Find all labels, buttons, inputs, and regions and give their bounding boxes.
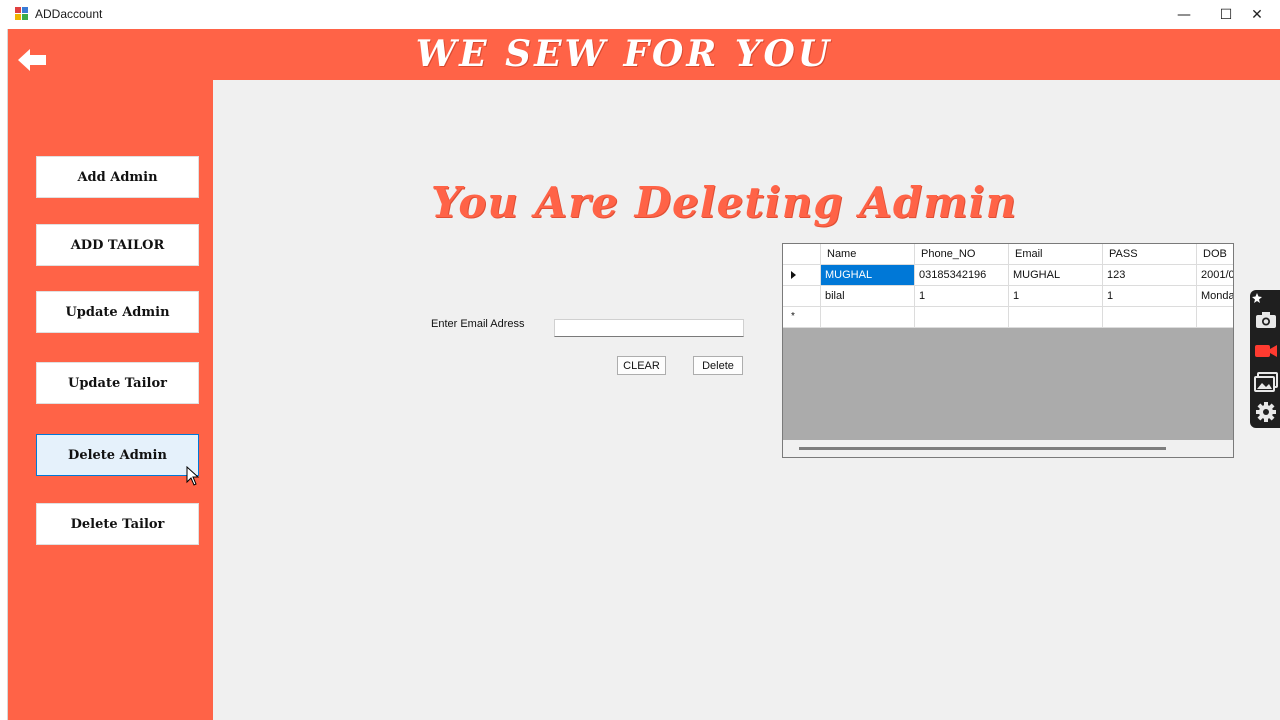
app-icon xyxy=(15,7,29,21)
grid-cell[interactable]: 123 xyxy=(1103,265,1197,286)
grid-cell[interactable] xyxy=(1197,307,1233,328)
grid-cell[interactable]: MUGHAL xyxy=(821,265,915,286)
grid-cell[interactable]: 1 xyxy=(1009,286,1103,307)
maximize-icon: ☐ xyxy=(1219,6,1233,23)
grid-horizontal-scrollbar[interactable] xyxy=(783,440,1233,457)
window-titlebar: ADDaccount — ☐ ✕ xyxy=(0,0,1280,29)
grid-header-row: Name Phone_NO Email PASS DOB xyxy=(783,244,1233,265)
row-header[interactable]: * xyxy=(783,307,821,328)
delete-admin-button[interactable]: Delete Admin xyxy=(36,434,199,476)
video-record-icon[interactable] xyxy=(1254,341,1278,361)
email-label: Enter Email Adress xyxy=(431,318,525,330)
update-admin-button[interactable]: Update Admin xyxy=(36,291,199,333)
new-row[interactable]: * xyxy=(783,307,1233,328)
grid-cell[interactable] xyxy=(1103,307,1197,328)
close-button[interactable]: ✕ xyxy=(1234,0,1280,29)
column-header-email[interactable]: Email xyxy=(1009,244,1103,265)
admin-data-grid[interactable]: Name Phone_NO Email PASS DOB MUGHAL 0318… xyxy=(782,243,1234,458)
row-header[interactable] xyxy=(783,265,821,286)
grid-corner-header[interactable] xyxy=(783,244,821,265)
grid-cell[interactable] xyxy=(821,307,915,328)
minimize-icon: — xyxy=(1177,6,1191,23)
new-row-icon: * xyxy=(791,311,795,322)
grid-cell[interactable]: bilal xyxy=(821,286,915,307)
email-input[interactable] xyxy=(554,319,744,337)
grid-cell[interactable] xyxy=(915,307,1009,328)
grid-cell[interactable] xyxy=(1009,307,1103,328)
clear-button[interactable]: CLEAR xyxy=(617,356,666,375)
table-row[interactable]: MUGHAL 03185342196 MUGHAL 123 2001/0 xyxy=(783,265,1233,286)
grid-cell[interactable]: 03185342196 xyxy=(915,265,1009,286)
page-title: You Are Deleting Admin xyxy=(431,178,1018,227)
camera-icon[interactable] xyxy=(1254,310,1278,330)
main-content: You Are Deleting Admin Enter Email Adres… xyxy=(213,80,1280,720)
window-title: ADDaccount xyxy=(35,7,103,21)
delete-button[interactable]: Delete xyxy=(693,356,743,375)
current-row-icon xyxy=(791,271,796,279)
grid-cell[interactable]: MUGHAL xyxy=(1009,265,1103,286)
grid-cell[interactable]: 2001/0 xyxy=(1197,265,1233,286)
pin-icon[interactable] xyxy=(1251,292,1263,304)
grid-cell[interactable]: 1 xyxy=(915,286,1009,307)
close-icon: ✕ xyxy=(1251,6,1263,23)
column-header-dob[interactable]: DOB xyxy=(1197,244,1233,265)
gallery-icon[interactable] xyxy=(1254,372,1278,392)
sidebar: Add Admin ADD TAILOR Update Admin Update… xyxy=(8,80,213,720)
add-tailor-button[interactable]: ADD TAILOR xyxy=(36,224,199,266)
recorder-toolbar xyxy=(1250,290,1280,428)
settings-icon[interactable] xyxy=(1254,402,1278,422)
app-header: WE SEW FOR YOU xyxy=(8,29,1280,80)
column-header-name[interactable]: Name xyxy=(821,244,915,265)
delete-tailor-button[interactable]: Delete Tailor xyxy=(36,503,199,545)
scrollbar-thumb[interactable] xyxy=(799,447,1166,450)
mouse-cursor-icon xyxy=(186,466,200,486)
add-admin-button[interactable]: Add Admin xyxy=(36,156,199,198)
row-header[interactable] xyxy=(783,286,821,307)
table-row[interactable]: bilal 1 1 1 Monday xyxy=(783,286,1233,307)
brand-title: WE SEW FOR YOU xyxy=(415,33,833,75)
grid-cell[interactable]: 1 xyxy=(1103,286,1197,307)
column-header-pass[interactable]: PASS xyxy=(1103,244,1197,265)
column-header-phone[interactable]: Phone_NO xyxy=(915,244,1009,265)
grid-cell[interactable]: Monday xyxy=(1197,286,1233,307)
minimize-button[interactable]: — xyxy=(1161,0,1207,29)
update-tailor-button[interactable]: Update Tailor xyxy=(36,362,199,404)
window-left-edge xyxy=(0,29,8,720)
